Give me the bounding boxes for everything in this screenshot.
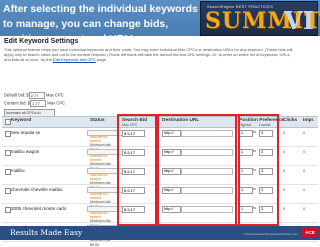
default-bid-row: Default bid: $2.77 Max CPC (4, 92, 64, 99)
impressions-value: 0 (303, 168, 306, 173)
footer-tagline: Results Made Easy (10, 228, 83, 237)
bid-column-highlight (117, 114, 159, 226)
col-clicks: Clicks (283, 118, 298, 123)
status-flag: Inactive for search (90, 135, 108, 144)
content-bid-label: Content bid: (4, 100, 27, 106)
page-title: Edit Keyword Settings (4, 38, 79, 45)
clicks-value: 0 (283, 130, 286, 135)
description: This optional feature helps you track in… (4, 47, 294, 62)
status-flag: Inactive for search (90, 154, 108, 163)
clicks-value: 0 (283, 149, 286, 154)
summit-logo: SearchEngine BEST PRACTICES SUMMIT VI (200, 1, 320, 36)
keyword-text: malibu wagon (11, 149, 40, 154)
description-end: page. (96, 57, 107, 62)
content-bid-unit: Max CPC (47, 100, 66, 106)
slide-header: After selecting the individual keywords … (0, 0, 320, 45)
impressions-value: 0 (303, 206, 306, 211)
status-flag: Inactive for search (90, 173, 108, 182)
impressions-value: 0 (303, 130, 306, 135)
url-column-highlight (155, 114, 240, 226)
keyword-text: chevrolet chevelle malibu (11, 187, 63, 192)
default-bid-label: Default bid: (4, 92, 26, 98)
edit-keyword-panel: Edit Keyword Settings This optional feat… (2, 36, 318, 247)
min-bid-value: $5.00 (90, 242, 99, 247)
logo-numeral: VI (284, 6, 314, 35)
col-keyword: Keyword (11, 118, 32, 123)
default-bid-unit: Max CPC (45, 92, 64, 98)
ace-logo: ACE (302, 228, 318, 238)
content-bid-row: Content bid: $1.77 Max CPC (4, 100, 66, 107)
position-column-highlight (235, 114, 279, 226)
content-bid-input[interactable]: 1.77 (30, 100, 47, 107)
status-flag: Inactive for search (90, 192, 108, 201)
keyword-text: new impala ss (11, 130, 41, 135)
slide-footer: Results Made Easy http://www.searchengin… (0, 226, 320, 240)
keyword-text: 2005 chevrolet monte carlo (11, 206, 67, 211)
edit-keywords-link[interactable]: Edit Keywords and CPC (53, 57, 96, 62)
col-impr: Impr. (303, 118, 315, 123)
keyword-text: malibu (11, 168, 25, 173)
clicks-value: 0 (283, 187, 286, 192)
description-text: This optional feature helps you track in… (4, 47, 293, 62)
clicks-value: 0 (283, 168, 286, 173)
clicks-value: 0 (283, 206, 286, 211)
footer-url: http://www.searchengineworkshops.com (244, 232, 298, 236)
status-flag: Inactive for search (90, 211, 108, 220)
impressions-value: 0 (303, 149, 306, 154)
impressions-value: 0 (303, 187, 306, 192)
col-status: Status (90, 118, 105, 123)
default-bid-input[interactable]: 2.77 (28, 92, 45, 99)
